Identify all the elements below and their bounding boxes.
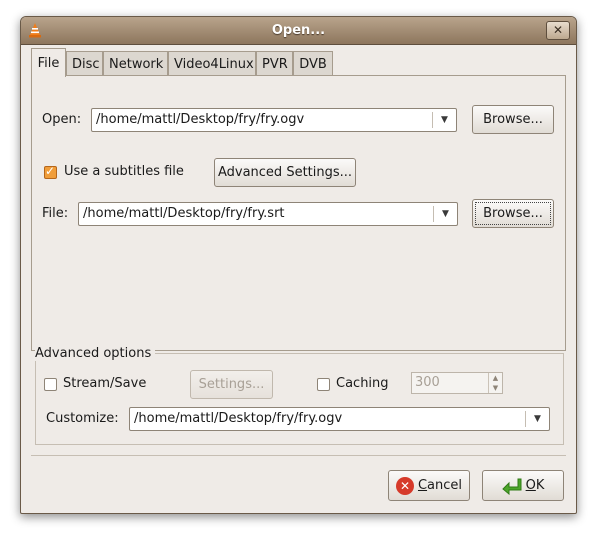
tab-disc[interactable]: Disc (66, 51, 103, 76)
stream-save-label[interactable]: Stream/Save (63, 376, 146, 391)
file-tab-panel: Open: /home/mattl/Desktop/fry/fry.ogv ▼ … (31, 75, 566, 351)
spin-arrows-icon[interactable]: ▲ ▼ (488, 373, 502, 393)
tab-label: PVR (262, 57, 288, 72)
tab-dvb[interactable]: DVB (293, 51, 333, 76)
browse-subtitle-button[interactable]: Browse... (472, 199, 554, 228)
file-label: File: (42, 206, 69, 221)
stream-save-checkbox[interactable] (44, 378, 57, 391)
ok-button[interactable]: OK (482, 470, 564, 501)
open-label: Open: (42, 112, 82, 127)
subtitles-label[interactable]: Use a subtitles file (64, 164, 184, 179)
customize-combo[interactable]: /home/mattl/Desktop/fry/fry.ogv ▼ (129, 407, 550, 431)
tab-file[interactable]: File (31, 48, 66, 77)
cancel-label: ancel (427, 478, 463, 493)
tab-label: Disc (72, 57, 100, 72)
cancel-button[interactable]: ✕ Cancel (388, 470, 470, 501)
chevron-down-icon[interactable]: ▼ (526, 408, 549, 430)
window-title: Open... (271, 23, 326, 38)
customize-label: Customize: (46, 411, 119, 426)
ok-mnemonic: O (525, 478, 536, 493)
tab-label: Network (109, 57, 164, 72)
ok-arrow-icon (501, 478, 522, 495)
subtitle-path-value: /home/mattl/Desktop/fry/fry.srt (83, 206, 285, 221)
caching-value: 300 (415, 375, 440, 390)
close-button[interactable]: ✕ (546, 21, 570, 40)
cancel-mnemonic: C (417, 478, 428, 493)
subtitle-path-combo[interactable]: /home/mattl/Desktop/fry/fry.srt ▼ (78, 202, 458, 226)
caching-spinbox[interactable]: 300 ▲ ▼ (411, 372, 503, 394)
customize-value: /home/mattl/Desktop/fry/fry.ogv (134, 411, 343, 426)
tab-network[interactable]: Network (103, 51, 168, 76)
caching-checkbox[interactable] (317, 378, 330, 391)
advanced-settings-button[interactable]: Advanced Settings... (214, 158, 356, 187)
browse-open-button[interactable]: Browse... (472, 105, 554, 134)
tab-label: DVB (299, 57, 327, 72)
ok-label: K (535, 478, 545, 493)
advanced-options-frame: Stream/Save Settings... Caching 300 ▲ ▼ C… (35, 353, 564, 445)
subtitles-checkbox[interactable] (44, 164, 57, 179)
tab-label: File (37, 56, 60, 71)
tab-pvr[interactable]: PVR (256, 51, 293, 76)
cancel-icon: ✕ (395, 476, 414, 495)
tab-label: Video4Linux (174, 57, 254, 72)
title-bar[interactable]: Open... ✕ (21, 17, 576, 45)
tab-video4linux[interactable]: Video4Linux (168, 51, 256, 76)
chevron-down-icon[interactable]: ▼ (434, 203, 457, 225)
chevron-down-icon[interactable]: ▼ (433, 109, 456, 131)
close-icon: ✕ (552, 23, 564, 37)
open-path-value: /home/mattl/Desktop/fry/fry.ogv (96, 112, 305, 127)
dialog-separator (31, 455, 566, 456)
caching-label[interactable]: Caching (336, 376, 389, 391)
open-path-combo[interactable]: /home/mattl/Desktop/fry/fry.ogv ▼ (91, 108, 457, 132)
advanced-options-legend: Advanced options (35, 346, 156, 361)
stream-settings-button[interactable]: Settings... (190, 370, 273, 399)
open-dialog: Open... ✕ File Disc Network Video4Linux … (20, 16, 577, 514)
